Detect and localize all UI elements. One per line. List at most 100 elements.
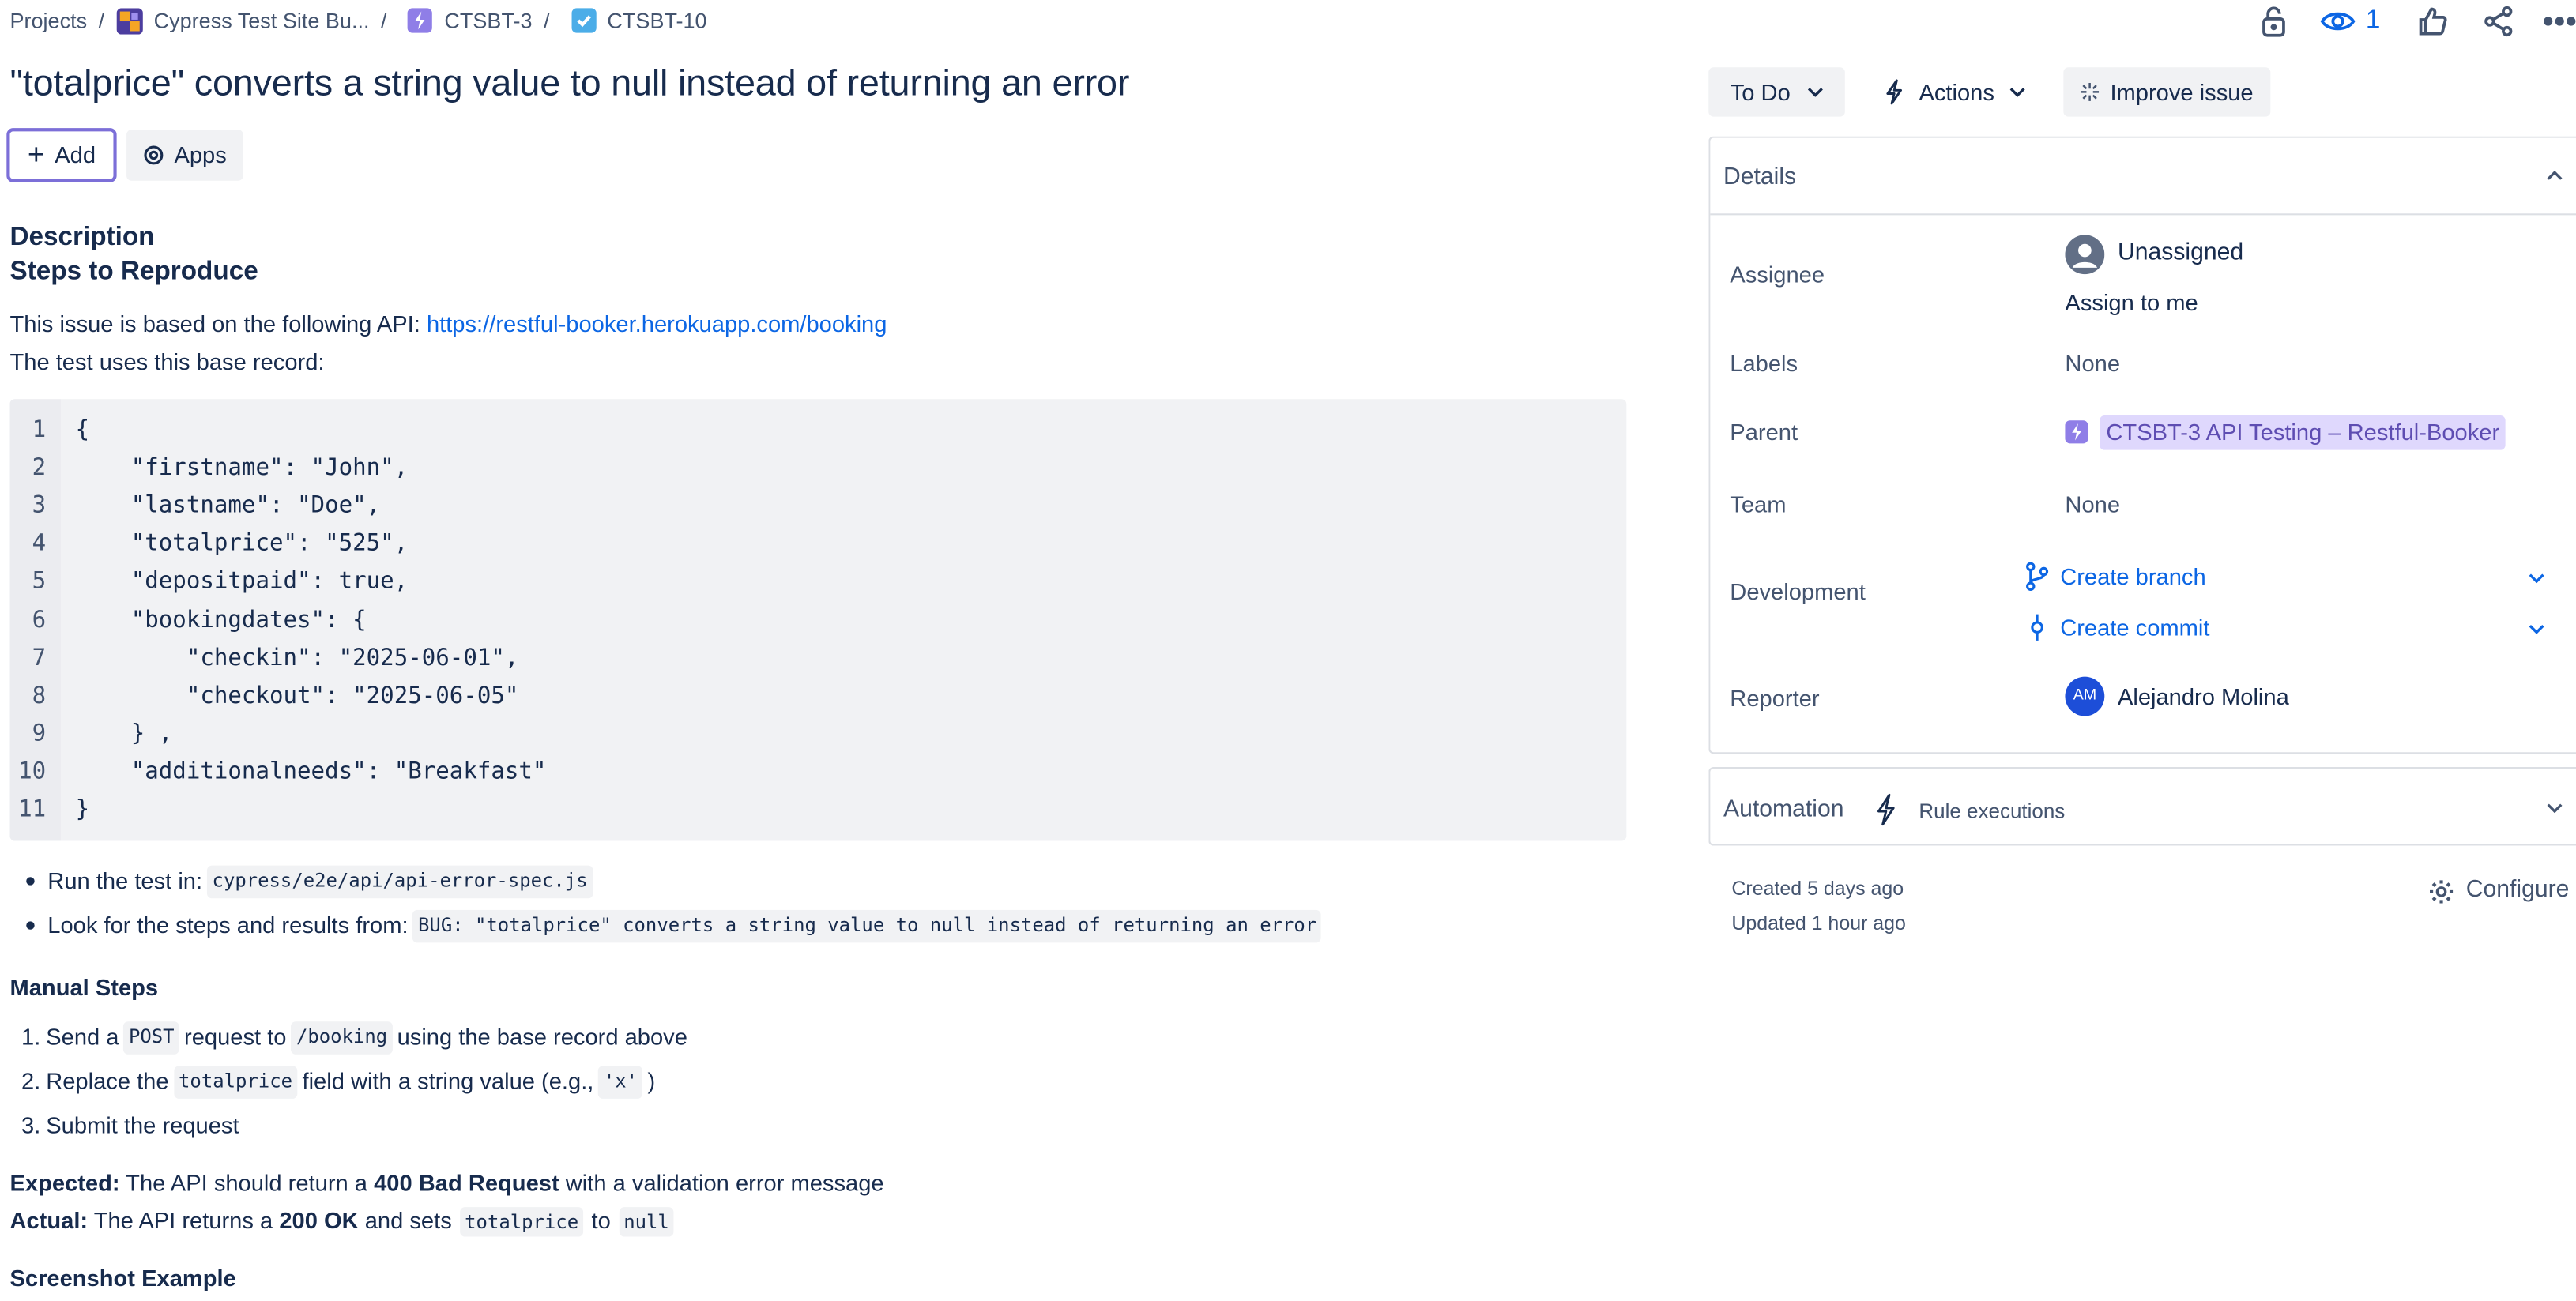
expected-label: Expected:	[9, 1169, 120, 1196]
code-line-number: 11	[18, 796, 47, 823]
breadcrumb-issue-label[interactable]: CTSBT-10	[607, 7, 706, 36]
assign-to-me-link[interactable]: Assign to me	[2065, 288, 2198, 318]
share-icon[interactable]	[2480, 3, 2517, 39]
screenshot-heading: Screenshot Example	[9, 1264, 236, 1292]
assignee-field[interactable]: Unassigned	[2065, 235, 2244, 275]
code-line: "checkin": "2025-06-01",	[75, 645, 519, 671]
create-commit-label: Create commit	[2060, 614, 2210, 641]
commit-icon	[2031, 615, 2043, 641]
breadcrumb: Projects / Cypress Test Site Bu... / CTS…	[9, 6, 707, 36]
steps-heading: Steps to Reproduce	[9, 258, 258, 286]
step-code: /booking	[291, 1021, 393, 1054]
chevron-down-icon[interactable]	[2529, 624, 2545, 634]
step-text: field with a string value (e.g.,	[302, 1068, 594, 1095]
code-line-number: 5	[32, 569, 47, 596]
actual-line: Actual: The API returns a 200 OK and set…	[9, 1205, 676, 1237]
expected-text: with a validation error message	[559, 1169, 884, 1196]
breadcrumb-projects-label[interactable]: Projects	[9, 7, 87, 36]
breadcrumb-issue[interactable]: CTSBT-10	[571, 7, 707, 36]
created-timestamp: Created 5 days ago	[1731, 877, 1904, 901]
actual-code: totalprice	[459, 1207, 584, 1237]
details-header[interactable]: Details	[1710, 138, 2576, 216]
code-line: "lastname": "Doe",	[75, 493, 381, 520]
step-code: POST	[123, 1021, 179, 1054]
avatar: AM	[2065, 676, 2105, 716]
apps-button-label: Apps	[174, 141, 227, 168]
create-branch-link[interactable]: Create branch	[2026, 562, 2206, 592]
expected-line: Expected: The API should return a 400 Ba…	[9, 1168, 883, 1198]
code-line: "firstname": "John",	[75, 455, 409, 482]
list-item: 2. Replace the totalprice field with a s…	[21, 1066, 655, 1098]
list-item: 3. Submit the request	[21, 1110, 239, 1141]
chevron-up-icon[interactable]	[2547, 171, 2563, 180]
create-commit-link[interactable]: Create commit	[2029, 613, 2210, 644]
step-text: Send a	[46, 1023, 119, 1051]
list-item: Look for the steps and results from: BUG…	[26, 909, 1326, 942]
step-text: )	[647, 1068, 656, 1095]
code-line: } ,	[75, 720, 173, 747]
code-line-number: 8	[32, 682, 47, 709]
team-value[interactable]: None	[2065, 490, 2120, 521]
chevron-down-icon[interactable]	[2529, 573, 2545, 584]
reporter-name: Alejandro Molina	[2117, 682, 2289, 709]
api-link[interactable]: https://restful-booker.herokuapp.com/boo…	[427, 310, 887, 337]
unassigned-avatar-icon	[2065, 235, 2105, 275]
branch-icon	[2026, 562, 2049, 592]
add-button-label: Add	[55, 141, 96, 168]
chevron-down-icon	[2009, 88, 2025, 97]
labels-value[interactable]: None	[2065, 348, 2120, 379]
code-gutter: 1 2 3 4 5 6 7 8 9 10 11	[9, 399, 61, 841]
run-test-code: cypress/e2e/api/api-error-spec.js	[207, 865, 593, 898]
code-line-number: 10	[18, 758, 47, 785]
code-line: "totalprice": "525",	[75, 531, 409, 558]
run-test-text: Run the test in:	[47, 867, 203, 894]
breadcrumb-separator: /	[544, 8, 550, 34]
actions-label: Actions	[1919, 77, 1994, 105]
step-number: 1.	[21, 1023, 41, 1051]
automation-panel[interactable]: Automation Rule executions	[1708, 766, 2576, 846]
configure-label: Configure	[2465, 877, 2570, 904]
breadcrumb-epic-label[interactable]: CTSBT-3	[444, 7, 532, 36]
breadcrumb-project[interactable]: Cypress Test Site Bu...	[115, 7, 370, 36]
parent-link[interactable]: CTSBT-3 API Testing – Restful-Booker	[2100, 415, 2506, 450]
details-title: Details	[1723, 164, 1797, 191]
apps-button[interactable]: Apps	[126, 130, 243, 181]
chevron-down-icon[interactable]	[2547, 803, 2563, 814]
epic-icon	[408, 9, 433, 34]
watch-button[interactable]: 1	[2320, 3, 2386, 39]
list-item: 1. Send a POST request to /booking using…	[21, 1021, 687, 1054]
actions-dropdown[interactable]: Actions	[1861, 67, 2049, 117]
development-label: Development	[1730, 577, 1866, 605]
step-text: Replace the	[46, 1068, 169, 1095]
breadcrumb-projects[interactable]: Projects	[9, 7, 87, 36]
more-options-icon[interactable]	[2543, 3, 2576, 39]
code-line-number: 4	[32, 531, 47, 558]
configure-button[interactable]: Configure	[2428, 875, 2570, 908]
base-record-text: The test uses this base record:	[9, 348, 325, 375]
list-item: Run the test in: cypress/e2e/api/api-err…	[26, 865, 597, 898]
step-number: 2.	[21, 1068, 41, 1095]
code-line-number: 2	[32, 455, 47, 482]
code-block[interactable]: 1 2 3 4 5 6 7 8 9 10 11 { "firstname": "John", "la…	[9, 399, 1627, 841]
issue-title[interactable]: "totalprice" converts a string value to …	[9, 59, 1129, 109]
code-line: "depositpaid": true,	[75, 569, 409, 596]
status-dropdown[interactable]: To Do	[1708, 67, 1845, 117]
task-icon	[571, 9, 596, 34]
assignee-value: Unassigned	[2117, 240, 2244, 267]
reporter-field[interactable]: AM Alejandro Molina	[2065, 676, 2289, 716]
gear-icon	[2429, 879, 2454, 904]
lock-icon[interactable]	[2258, 3, 2291, 39]
code-line: "bookingdates": {	[75, 607, 367, 634]
code-line: "additionalneeds": "Breakfast"	[75, 758, 547, 785]
parent-field[interactable]: CTSBT-3 API Testing – Restful-Booker	[2065, 415, 2506, 450]
look-for-code: BUG: "totalprice" converts a string valu…	[412, 909, 1322, 942]
improve-issue-button[interactable]: Improve issue	[2063, 67, 2271, 117]
lightning-icon	[1886, 79, 1903, 105]
thumbs-up-icon[interactable]	[2415, 3, 2451, 39]
watch-count: 1	[2365, 6, 2381, 36]
breadcrumb-epic[interactable]: CTSBT-3	[408, 7, 533, 36]
add-button[interactable]: + Add	[6, 128, 117, 182]
breadcrumb-project-label[interactable]: Cypress Test Site Bu...	[154, 7, 370, 36]
step-text: Submit the request	[46, 1111, 239, 1138]
breadcrumb-separator: /	[98, 8, 105, 34]
